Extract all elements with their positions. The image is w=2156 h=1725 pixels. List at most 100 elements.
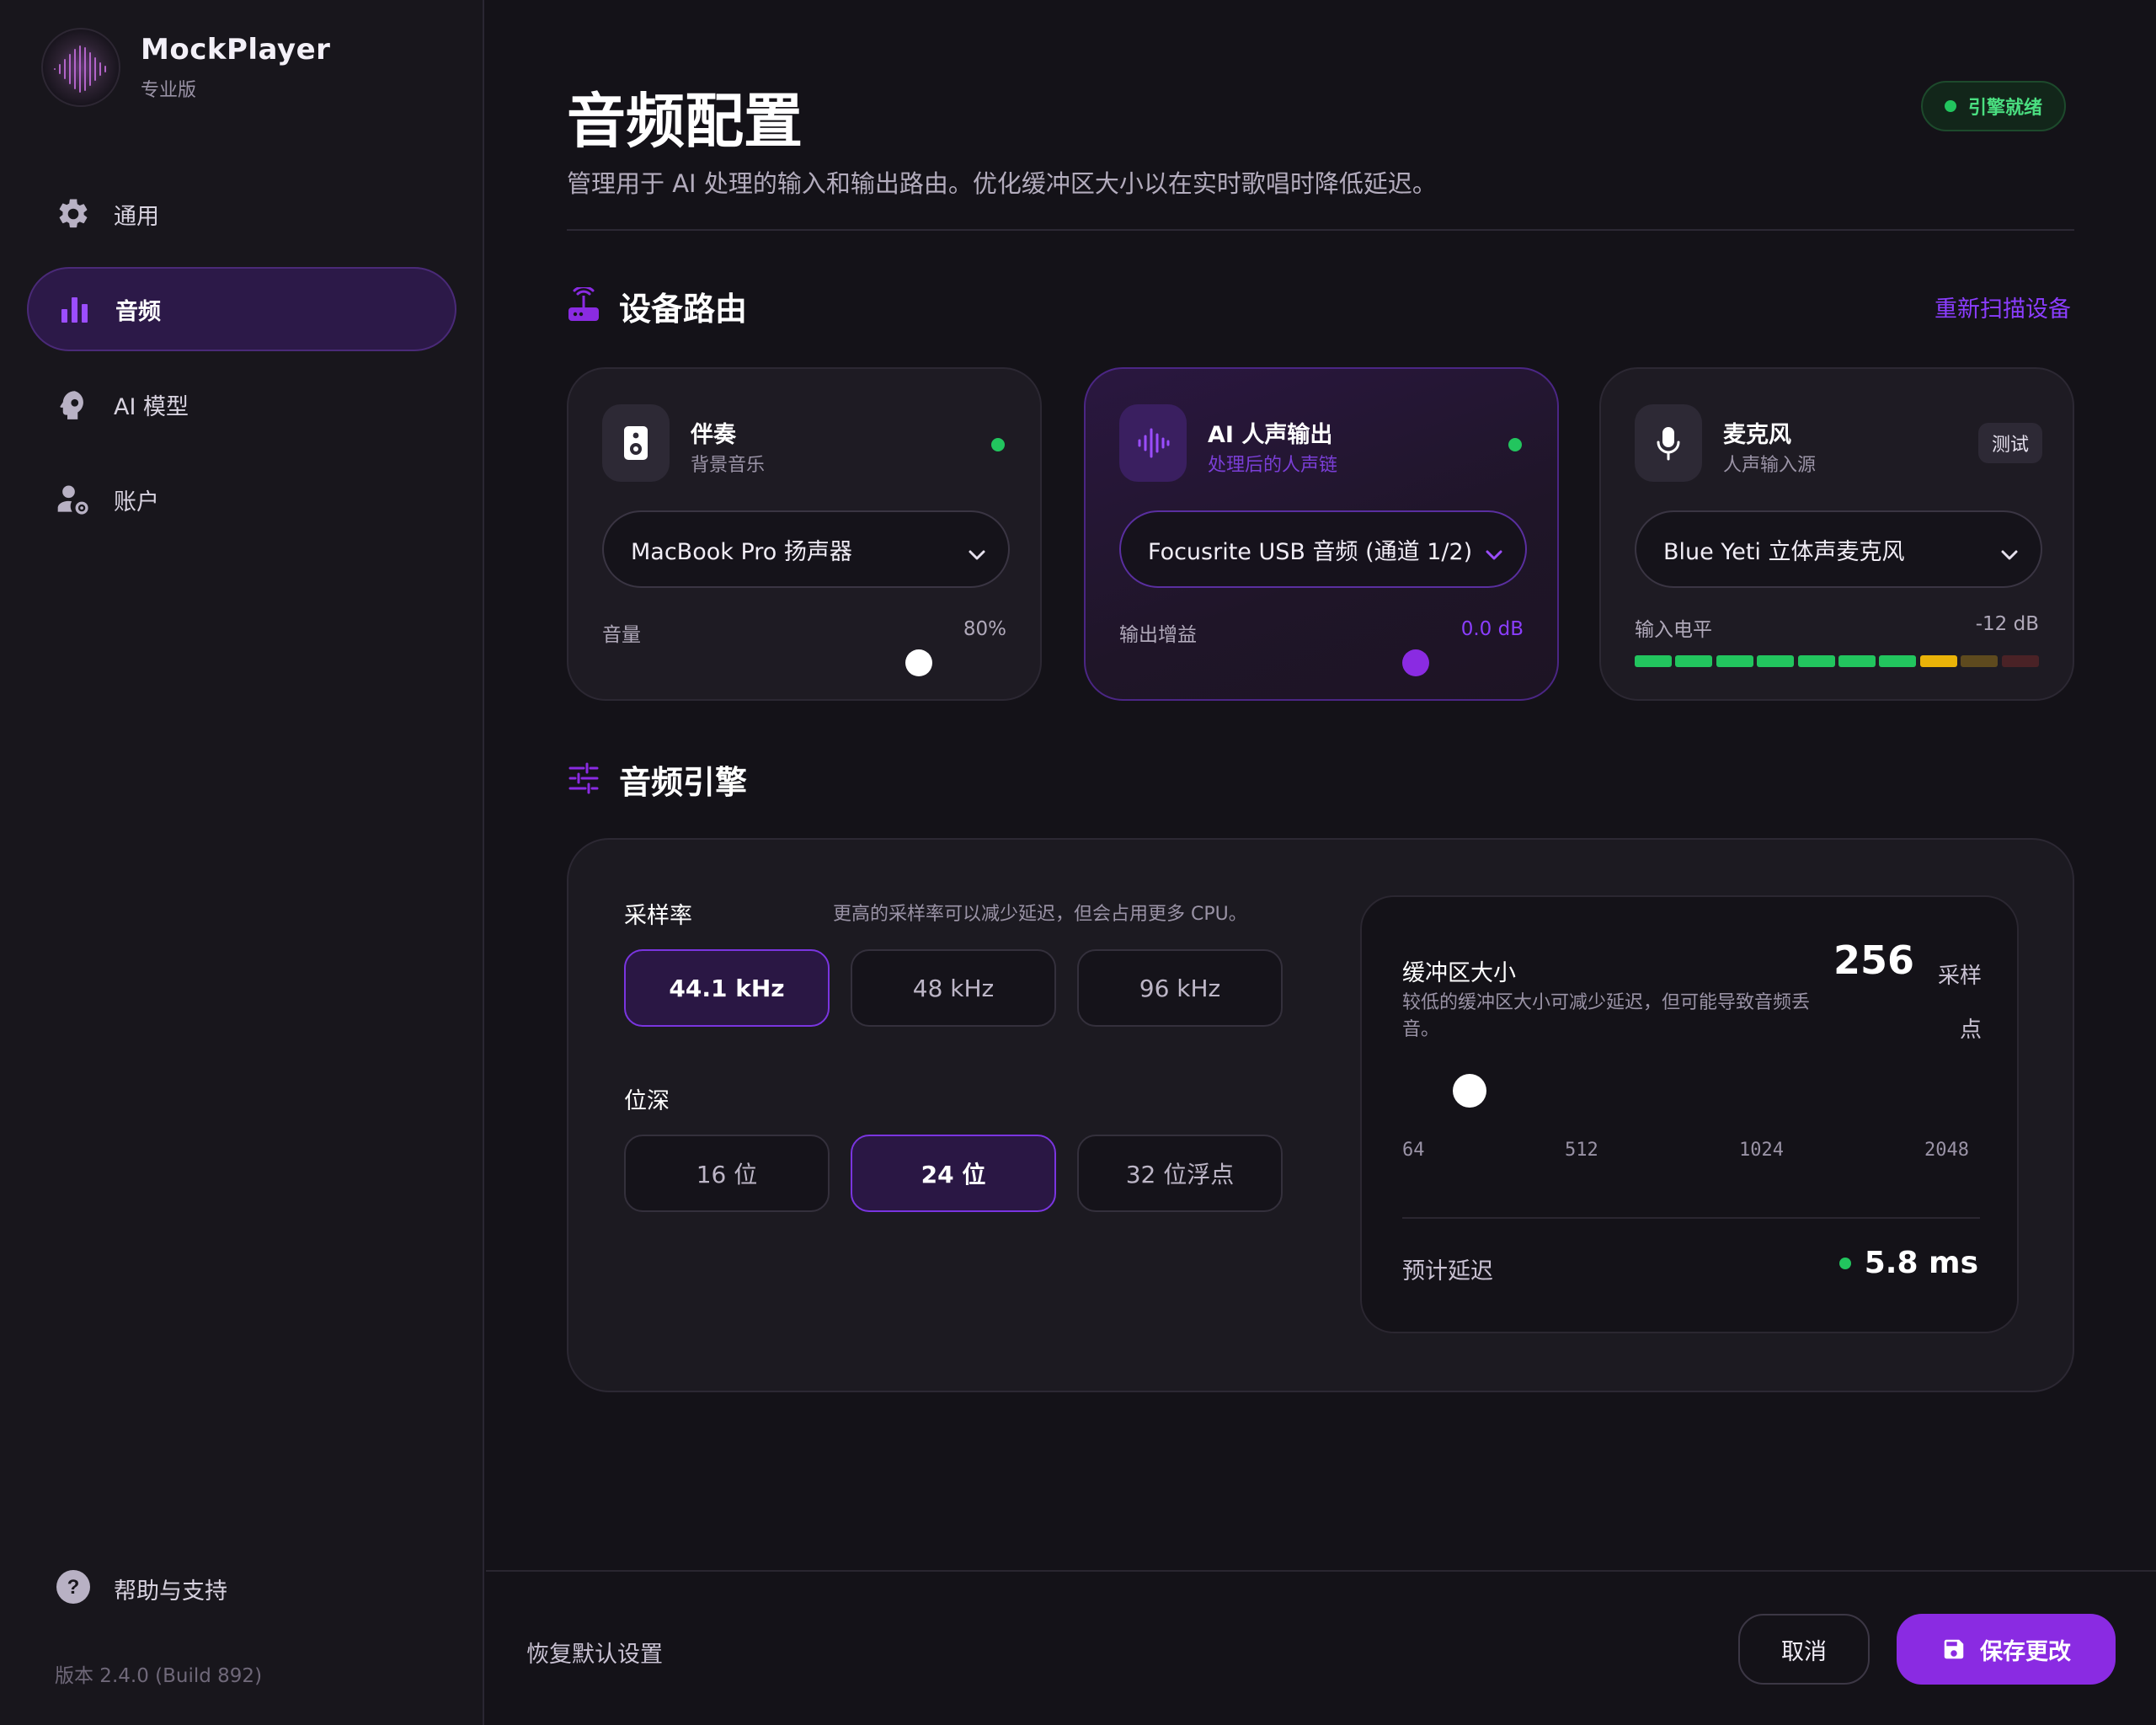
user-settings-icon [55,481,92,518]
sample-rate-option-44[interactable]: 44.1 kHz [624,949,830,1027]
gear-icon [55,195,92,232]
help-support-link[interactable]: ? 帮助与支持 [55,1568,227,1609]
sliders-icon [567,761,600,798]
bit-depth-option-24[interactable]: 24 位 [851,1135,1056,1212]
section-device-routing: 设备路由 [567,283,747,329]
divider [1402,1217,1980,1219]
section-title: 音频引擎 [619,764,748,801]
output-gain-slider-handle[interactable] [1402,649,1429,676]
input-level-value: -12 dB [1975,613,2039,635]
device-card-microphone: 麦克风 人声输入源 测试 Blue Yeti 立体声麦克风 输入电平 -12 d… [1599,367,2074,701]
level-segment [1919,655,1957,667]
bar-chart-icon [56,291,93,328]
sample-rate-option-48[interactable]: 48 kHz [851,949,1056,1027]
buffer-tick-label: 2048 [1924,1140,1969,1161]
volume-slider-handle[interactable] [905,649,932,676]
help-label: 帮助与支持 [114,1578,227,1605]
sample-rate-option-96[interactable]: 96 kHz [1077,949,1283,1027]
device-select-value: MacBook Pro 扬声器 [631,538,852,565]
save-changes-button[interactable]: 保存更改 [1897,1614,2116,1685]
chevron-down-icon [1485,541,1503,567]
app-window: MockPlayer 专业版 通用 音频 AI 模型 账户 ? 帮助与支持 版本… [0,0,2156,1725]
buffer-tick-label: 1024 [1739,1140,1784,1161]
buffer-size-unit: 采样点 [1937,964,1982,1043]
engine-status-badge: 引擎就绪 [1921,81,2067,131]
rescan-devices-button[interactable]: 重新扫描设备 [1935,291,2071,323]
main-content: 音频配置 管理用于 AI 处理的输入和输出路由。优化缓冲区大小以在实时歌唱时降低… [486,0,2156,1725]
app-edition: 专业版 [141,80,197,101]
device-select-value: Blue Yeti 立体声麦克风 [1663,538,1905,565]
sample-rate-hint: 更高的采样率可以减少延迟，但会占用更多 CPU。 [833,904,1247,925]
output-gain-label: 输出增益 [1119,624,1197,646]
svg-text:?: ? [67,1576,80,1599]
online-indicator [991,438,1005,451]
input-level-meter [1635,655,2042,667]
sidebar-item-label: 账户 [114,489,159,515]
bit-depth-label: 位深 [624,1088,670,1114]
device-select[interactable]: MacBook Pro 扬声器 [602,510,1010,588]
section-audio-engine: 音频引擎 [567,756,747,803]
chevron-down-icon [2000,541,2019,567]
level-segment [1675,655,1713,667]
level-segment [2001,655,2039,667]
logo [41,28,120,107]
page-description: 管理用于 AI 处理的输入和输出路由。优化缓冲区大小以在实时歌唱时降低延迟。 [567,169,1437,198]
latency-status-dot [1838,1257,1851,1269]
buffer-tick-label: 64 [1402,1140,1425,1161]
sidebar: MockPlayer 专业版 通用 音频 AI 模型 账户 ? 帮助与支持 版本… [0,0,484,1725]
latency-value: 5.8 ms [1838,1246,1978,1280]
audio-engine-panel: 采样率 更高的采样率可以减少延迟，但会占用更多 CPU。 44.1 kHz 48… [567,838,2074,1392]
buffer-size-label: 缓冲区大小 [1402,960,1516,986]
level-segment [1635,655,1672,667]
speaker-icon [602,404,670,482]
sidebar-item-account[interactable]: 账户 [27,457,456,542]
online-indicator [1508,438,1522,451]
sidebar-item-general[interactable]: 通用 [27,172,456,256]
brand: MockPlayer 专业版 [41,28,330,107]
section-title: 设备路由 [619,291,748,328]
buffer-size-description: 较低的缓冲区大小可减少延迟，但可能导致音频丢音。 [1402,992,1811,1040]
mic-test-button[interactable]: 测试 [1978,423,2042,463]
waveform-icon [1119,404,1187,482]
device-card-accompaniment: 伴奏 背景音乐 MacBook Pro 扬声器 音量 80% [567,367,1042,701]
buffer-size-slider-handle[interactable] [1453,1074,1486,1108]
microphone-icon [1635,404,1702,482]
chevron-down-icon [968,541,986,567]
volume-value: 80% [963,618,1006,640]
card-title: 麦克风 [1723,422,1791,448]
status-dot [1945,100,1956,112]
sidebar-item-ai-model[interactable]: AI 模型 [27,362,456,446]
router-icon [567,285,600,326]
card-subtitle: 处理后的人声链 [1208,455,1338,476]
level-segment [1716,655,1753,667]
sample-rate-label: 采样率 [624,903,692,929]
latency-label: 预计延迟 [1402,1258,1493,1284]
sidebar-nav: 通用 音频 AI 模型 账户 [27,172,456,553]
device-select[interactable]: Blue Yeti 立体声麦克风 [1635,510,2042,588]
bit-depth-option-16[interactable]: 16 位 [624,1135,830,1212]
sidebar-item-label: 音频 [115,298,161,325]
buffer-size-value: 256 [1833,937,1915,983]
bit-depth-option-32-float[interactable]: 32 位浮点 [1077,1135,1283,1212]
divider [567,229,2074,231]
sidebar-item-label: 通用 [114,203,159,230]
page-title: 音频配置 [567,87,803,156]
save-button-label: 保存更改 [1980,1638,2071,1665]
sidebar-item-audio[interactable]: 音频 [27,267,456,351]
cancel-button[interactable]: 取消 [1738,1614,1870,1685]
output-gain-value: 0.0 dB [1460,618,1524,640]
reset-defaults-button[interactable]: 恢复默认设置 [526,1636,663,1669]
volume-label: 音量 [602,624,641,646]
latency-value-text: 5.8 ms [1864,1246,1978,1280]
level-segment [1757,655,1795,667]
app-name: MockPlayer [141,33,331,67]
level-segment [1961,655,1999,667]
device-select-value: Focusrite USB 音频 (通道 1/2) [1148,538,1473,565]
level-segment [1879,655,1917,667]
help-icon: ? [55,1568,92,1609]
level-segment [1838,655,1876,667]
device-select[interactable]: Focusrite USB 音频 (通道 1/2) [1119,510,1527,588]
buffer-tick-label: 512 [1565,1140,1598,1161]
card-subtitle: 背景音乐 [691,455,766,476]
input-level-label: 输入电平 [1635,619,1712,641]
